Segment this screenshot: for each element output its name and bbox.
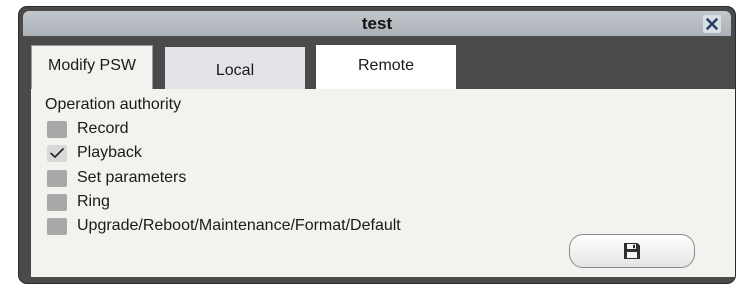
playback-checkbox[interactable] [47, 144, 67, 162]
ring-label: Ring [77, 193, 110, 210]
maintenance-checkbox[interactable] [47, 217, 67, 235]
user-permission-dialog: test Modify PSW Local Remote Operation a… [18, 6, 736, 284]
close-button[interactable] [703, 15, 721, 33]
ring-checkbox[interactable] [47, 193, 67, 211]
save-button[interactable] [569, 234, 695, 268]
checkmark-icon [49, 147, 65, 159]
permission-maintenance[interactable]: Upgrade/Reboot/Maintenance/Format/Defaul… [47, 215, 401, 237]
tab-local[interactable]: Local [165, 47, 305, 91]
record-checkbox[interactable] [47, 120, 67, 138]
tab-remote[interactable]: Remote [316, 45, 456, 91]
close-icon [706, 18, 718, 30]
permission-ring[interactable]: Ring [47, 191, 110, 213]
set-parameters-label: Set parameters [77, 169, 187, 186]
permission-record[interactable]: Record [47, 118, 129, 140]
dialog-title: test [361, 14, 393, 33]
tab-modify-psw[interactable]: Modify PSW [31, 45, 153, 91]
maintenance-label: Upgrade/Reboot/Maintenance/Format/Defaul… [77, 217, 401, 234]
permission-playback[interactable]: Playback [47, 142, 142, 164]
permissions-panel: Operation authority Record Playback Set … [31, 89, 735, 277]
record-label: Record [77, 120, 129, 137]
set-parameters-checkbox[interactable] [47, 169, 67, 187]
title-bar[interactable]: test [23, 11, 731, 36]
floppy-disk-icon [624, 243, 640, 259]
operation-authority-heading: Operation authority [45, 96, 182, 113]
permission-set-parameters[interactable]: Set parameters [47, 167, 186, 189]
playback-label: Playback [77, 144, 142, 161]
